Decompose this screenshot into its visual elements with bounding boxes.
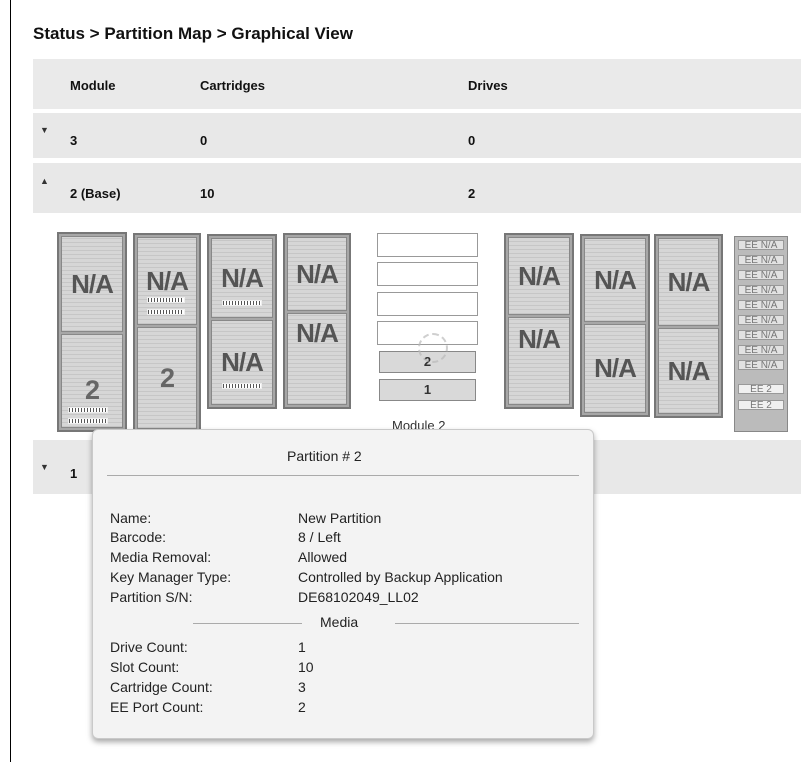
cartridges-cell: 10 xyxy=(200,186,215,201)
magazine-1[interactable]: N/A 2 xyxy=(57,232,127,432)
ee-slot[interactable]: EE N/A xyxy=(738,345,784,356)
magazine-4[interactable]: N/A N/A xyxy=(283,233,351,409)
ee-slot[interactable]: EE N/A xyxy=(738,270,784,281)
column-header-module[interactable]: Module xyxy=(70,78,116,93)
barcode-label xyxy=(222,300,262,306)
slot-block[interactable]: N/A xyxy=(211,238,273,318)
divider xyxy=(395,623,579,624)
drive-bay[interactable] xyxy=(377,262,478,286)
drive-bay-1[interactable]: 1 xyxy=(379,379,476,401)
expand-caret-icon[interactable]: ▼ xyxy=(40,125,49,135)
ee-port-stack[interactable]: EE N/A EE N/A EE N/A EE N/A EE N/A EE N/… xyxy=(734,236,788,432)
magazine-5[interactable]: N/A N/A xyxy=(504,233,574,409)
barcode-label xyxy=(147,297,185,303)
label-barcode: Barcode: xyxy=(110,529,167,545)
value-slot-count: 10 xyxy=(298,659,314,675)
tooltip-title: Partition # 2 xyxy=(287,448,362,464)
slot-block[interactable]: N/A xyxy=(211,320,273,405)
ee-slot[interactable]: EE N/A xyxy=(738,255,784,266)
drives-cell: 0 xyxy=(468,133,476,148)
ee-slot[interactable]: EE N/A xyxy=(738,315,784,326)
drive-bay[interactable] xyxy=(377,292,478,316)
value-key-manager: Controlled by Backup Application xyxy=(298,569,503,585)
partition-tooltip: Partition # 2 Name: New Partition Barcod… xyxy=(92,429,594,739)
slot-block[interactable]: 2 xyxy=(61,334,123,428)
divider xyxy=(107,475,579,476)
value-media-removal: Allowed xyxy=(298,549,348,565)
ee-slot[interactable]: EE N/A xyxy=(738,330,784,341)
slot-block[interactable]: 2 xyxy=(137,327,197,429)
magazine-6[interactable]: N/A N/A xyxy=(580,234,650,417)
ee-slot[interactable]: EE 2 xyxy=(738,400,784,411)
module-cell: 3 xyxy=(70,133,78,148)
robot-icon xyxy=(418,333,448,363)
ee-slot[interactable]: EE N/A xyxy=(738,285,784,296)
divider xyxy=(193,623,302,624)
barcode-label xyxy=(68,418,108,424)
table-row-module-3[interactable]: ▼ 3 0 0 xyxy=(33,113,801,158)
value-partition-sn: DE68102049_LL02 xyxy=(298,589,419,605)
magazine-2[interactable]: N/A 2 xyxy=(133,233,201,433)
label-cartridge-count: Cartridge Count: xyxy=(110,679,213,695)
label-key-manager: Key Manager Type: xyxy=(110,569,232,585)
column-header-drives[interactable]: Drives xyxy=(468,78,508,93)
slot-block[interactable]: N/A xyxy=(584,238,646,322)
slot-block[interactable]: N/A xyxy=(508,237,570,315)
barcode-label xyxy=(222,383,262,389)
label-name: Name: xyxy=(110,510,152,526)
label-drive-count: Drive Count: xyxy=(110,639,188,655)
cartridges-cell: 0 xyxy=(200,133,208,148)
breadcrumb: Status > Partition Map > Graphical View xyxy=(33,24,353,43)
slot-block[interactable]: N/A xyxy=(287,313,347,405)
slot-block[interactable]: N/A xyxy=(584,324,646,413)
drives-cell: 2 xyxy=(468,186,476,201)
ee-slot[interactable]: EE 2 xyxy=(738,384,784,395)
slot-block[interactable]: N/A xyxy=(658,328,719,414)
label-partition-sn: Partition S/N: xyxy=(110,589,193,605)
slot-block[interactable]: N/A xyxy=(61,236,123,332)
value-ee-port-count: 2 xyxy=(298,699,306,715)
module-cell: 1 xyxy=(70,466,78,481)
module-cell: 2 (Base) xyxy=(70,186,121,201)
table-row-module-2[interactable]: ▲ 2 (Base) 10 2 xyxy=(33,163,801,213)
slot-block[interactable]: N/A xyxy=(508,317,570,405)
ee-slot[interactable]: EE N/A xyxy=(738,240,784,251)
barcode-label xyxy=(147,309,185,315)
value-cartridge-count: 3 xyxy=(298,679,306,695)
column-header-cartridges[interactable]: Cartridges xyxy=(200,78,265,93)
expand-caret-icon[interactable]: ▼ xyxy=(40,462,49,472)
value-name: New Partition xyxy=(298,510,382,526)
slot-block[interactable]: N/A xyxy=(658,238,719,326)
collapse-caret-icon[interactable]: ▲ xyxy=(40,176,49,186)
ee-slot[interactable]: EE N/A xyxy=(738,360,784,371)
value-barcode: 8 / Left xyxy=(298,529,341,545)
drive-bay[interactable] xyxy=(377,233,478,257)
media-heading: Media xyxy=(320,614,359,630)
table-header: Module Cartridges Drives xyxy=(33,59,801,109)
magazine-7[interactable]: N/A N/A xyxy=(654,234,723,418)
slot-block[interactable]: N/A xyxy=(287,237,347,311)
barcode-label xyxy=(68,407,108,413)
ee-slot[interactable]: EE N/A xyxy=(738,300,784,311)
value-drive-count: 1 xyxy=(298,639,306,655)
label-ee-port-count: EE Port Count: xyxy=(110,699,204,715)
frame-border xyxy=(10,0,11,762)
label-media-removal: Media Removal: xyxy=(110,549,212,565)
label-slot-count: Slot Count: xyxy=(110,659,180,675)
